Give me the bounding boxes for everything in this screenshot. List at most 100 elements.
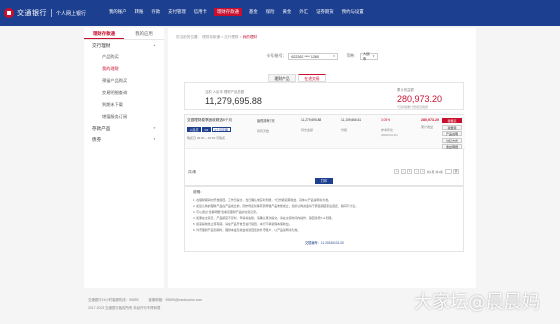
nav-securities[interactable]: 证券期货 <box>315 8 335 16</box>
next-page-button[interactable]: › <box>413 169 419 174</box>
product-income: 280,973.20 累计收益 <box>421 118 439 129</box>
reference-link[interactable]: 交银编号：11.20240101.00 <box>305 240 344 245</box>
card-select-value: 622262 **** 1260 <box>291 54 319 59</box>
portal-name: 个人网上银行 <box>56 10 87 17</box>
hotline: 交通银行24小时客服热线：95559 <box>88 298 139 302</box>
nav-fund[interactable]: 基金 <box>248 8 259 16</box>
tab-in-transit[interactable]: 在途交易 <box>298 74 326 82</box>
holding-days-label: 持有天数 <box>257 129 270 133</box>
currency-select[interactable]: 人民币 ▼ <box>359 51 378 61</box>
sidebar-group-label: 交行理财 <box>92 43 111 48</box>
nav-credit-card[interactable]: 信用卡 <box>193 8 208 16</box>
nav-wealth[interactable]: 理财存款通 <box>213 8 242 16</box>
buy-button[interactable]: 我要买 <box>442 118 462 123</box>
current-page[interactable]: 1 <box>407 169 413 174</box>
product-table: 交银理财稳享固收精选6个月 人民币 R2 6个月定期 购买日 06:00 ~ 2… <box>184 114 465 186</box>
service-email[interactable]: 客服邮箱：95559@bankcomm.com <box>149 296 203 304</box>
risk-badge: R2 <box>202 127 211 132</box>
bank-name: 交通银行 <box>17 9 47 17</box>
sidebar-group-label: 存款产品 <box>92 126 111 131</box>
product-badges: 人民币 R2 6个月定期 <box>187 127 231 132</box>
nav-gold[interactable]: 黄金 <box>282 8 293 16</box>
chevron-up-icon: ▲ <box>153 43 156 47</box>
copyright: 2017-2023 交通银行版权所有 未经许可不得转载 <box>88 306 161 310</box>
nav-my-accounts[interactable]: 我的账户 <box>108 8 128 16</box>
holdings-label: 当前 人民币 理财产品总额 <box>205 90 245 94</box>
product-income-value: 280,973.20 <box>421 118 439 122</box>
tab-wealth[interactable]: 理财存款通 <box>84 28 124 39</box>
income-detail-button[interactable]: 收益明细 <box>442 144 462 149</box>
first-page-button[interactable]: « <box>394 169 400 174</box>
tab-my-apps[interactable]: 我的应用 <box>124 28 164 39</box>
yield-date: (2023.03.11) <box>381 133 398 137</box>
currency-label: 币种： <box>346 54 358 58</box>
holdings-total: 当前 人民币 理财产品总额 11,279,695.88 <box>205 89 262 106</box>
nav-deposit[interactable]: 存款 <box>150 8 161 16</box>
print-button[interactable]: 打印 <box>315 178 333 184</box>
yield-value: 3.05% <box>381 118 391 122</box>
breadcrumb-item[interactable]: 理财存款通 <box>202 35 220 39</box>
bank-logo[interactable]: 交通银行 个人网上银行 <box>4 8 86 18</box>
breadcrumb-current: 我的理财 <box>242 35 258 39</box>
product-name[interactable]: 交银理财稳享固收精选6个月 <box>187 118 232 123</box>
sidebar-item-my-wealth[interactable]: 我的理财 <box>84 63 164 75</box>
nav-forex[interactable]: 外汇 <box>298 8 309 16</box>
position-amount-label: 持仓金额 <box>301 128 314 132</box>
position-amount-col: 11,279,695.88 持仓金额 <box>301 118 321 132</box>
sidebar-item-transactions[interactable]: 交易明细查询 <box>84 87 164 99</box>
chevron-down-icon: ▼ <box>153 137 156 141</box>
holding-days-value: 最低持有7天 <box>257 119 275 123</box>
sidebar-item-maturity[interactable]: 到期未下载 <box>84 99 164 111</box>
currency-select-value: 人民币 <box>362 51 370 61</box>
sidebar-group-bond[interactable]: 债券 ▼ <box>84 134 164 145</box>
income-label: 累计收益额 <box>397 88 414 92</box>
income-note: *已扣除累计费用及税费 <box>397 105 429 109</box>
page-jump-input[interactable] <box>444 169 452 174</box>
position-amount-value: 11,279,695.88 <box>301 118 322 122</box>
card-select[interactable]: 622262 **** 1260 ▼ <box>288 53 339 60</box>
sidebar-item-reserved-purchase[interactable]: 预留产品购买 <box>84 75 164 87</box>
purchase-time: 购买日 06:00 ~ 23:59 可购买 <box>187 136 226 140</box>
sidebar-group-bocom-wealth[interactable]: 交行理财 ▲ <box>84 40 164 51</box>
pager: « ‹ 1 › » 共1页 共1条 跳 <box>394 169 459 174</box>
shares-label: 份额 <box>341 128 348 132</box>
holding-days-col: 最低持有7天 持有天数 <box>257 118 275 133</box>
prev-page-button[interactable]: ‹ <box>400 169 406 174</box>
sidebar-item-subscription[interactable]: 增值服务订阅 <box>84 111 164 123</box>
breadcrumb-item[interactable]: 交行理财 <box>224 35 238 39</box>
nav-transfer[interactable]: 转账 <box>134 8 145 16</box>
product-income-label: 累计收益 <box>421 125 434 129</box>
cumulative-income: 累计收益额 280,973.20 *已扣除累计费用及税费 <box>397 87 457 109</box>
product-info-button[interactable]: 产品说明 <box>442 131 462 136</box>
sell-button[interactable]: 我要卖 <box>442 124 462 130</box>
chevron-down-icon: ▼ <box>372 55 375 58</box>
table-row: 交银理财稳享固收精选6个月 人民币 R2 6个月定期 购买日 06:00 ~ 2… <box>185 115 465 149</box>
last-page-button[interactable]: » <box>420 169 426 174</box>
nav-payment[interactable]: 支付管理 <box>167 8 187 16</box>
sidebar-item-purchase[interactable]: 产品购买 <box>84 51 164 63</box>
sidebar-tabs: 理财存款通 我的应用 <box>84 28 164 40</box>
record-count: 共1条 <box>188 170 197 174</box>
notes-title: 说明： <box>193 190 204 194</box>
tab-wealth-products[interactable]: 理财产品 <box>268 74 296 82</box>
pagination: 共1条 « ‹ 1 › » 共1页 共1条 跳 <box>185 167 465 177</box>
sidebar-group-label: 债券 <box>92 137 102 142</box>
holdings-value: 11,279,695.88 <box>205 96 262 106</box>
logo-divider <box>51 9 52 17</box>
watermark: 大家坛@晨晨妈 <box>414 292 540 313</box>
notes-panel: 说明： 1. 在理财期间内开放赎回，工作日提交，当日确认或实时到账，T日份额起算… <box>184 186 464 252</box>
currency-badge: 人民币 <box>187 127 202 132</box>
footer: 交通银行24小时客服热线：95559 客服邮箱：95559@bankcomm.c… <box>88 296 202 312</box>
card-label: 卡号/账号： <box>266 54 287 58</box>
chevron-down-icon: ▼ <box>153 126 156 130</box>
dividend-button[interactable]: 分红方式 <box>442 137 462 143</box>
sidebar-group-deposit[interactable]: 存款产品 ▼ <box>84 123 164 134</box>
bank-logo-icon <box>4 8 14 18</box>
main-nav: 我的账户 转账 存款 支付管理 信用卡 理财存款通 基金 保险 黄金 外汇 证券… <box>108 8 365 16</box>
yield-col: 3.05% 参考年化 (2023.03.11) <box>381 118 398 137</box>
nav-insurance[interactable]: 保险 <box>265 8 276 16</box>
nav-settings[interactable]: 预约与设置 <box>341 8 365 16</box>
breadcrumb-prefix: 您当前的位置： <box>176 35 202 39</box>
page-jump-button[interactable]: 跳 <box>453 169 459 174</box>
yield-label: 参考年化 <box>381 128 394 132</box>
